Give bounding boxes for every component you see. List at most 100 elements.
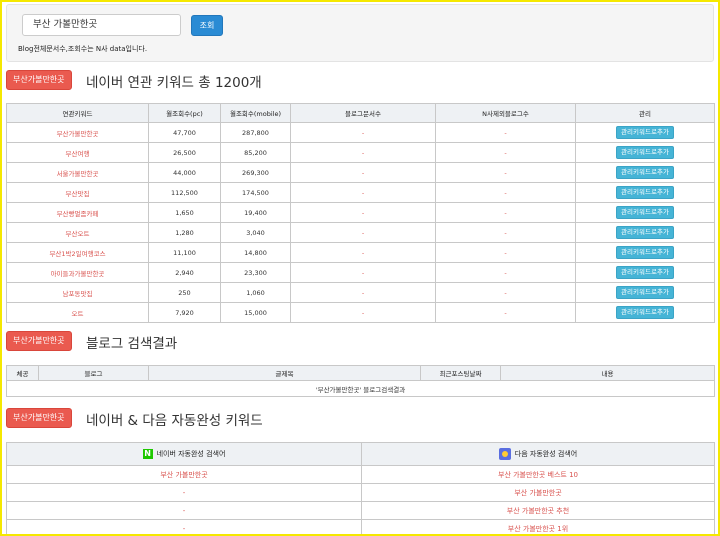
table-row: 부산오트 1,280 3,040 - - 관리키워드로추가 [6, 222, 715, 243]
naver-header-label: 네이버 자동완성 검색어 [156, 450, 226, 458]
col-header: 월조회수(mobile) [220, 103, 291, 123]
blog-doc-count: - [290, 122, 436, 143]
section-title: 블로그 검색결과 [86, 336, 178, 352]
section-title: 네이버 & 다음 자동완성 키워드 [86, 413, 263, 429]
blog-doc-count: - [290, 182, 436, 203]
blog-doc-count: - [290, 162, 436, 183]
table-row: 서울가볼만한곳 44,000 269,300 - - 관리키워드로추가 [6, 162, 715, 183]
manage-cell: 관리키워드로추가 [575, 302, 715, 323]
mobile-count: 15,000 [220, 302, 291, 323]
table-row: 부산여행 26,500 85,200 - - 관리키워드로추가 [6, 142, 715, 163]
related-keywords-table: 연관키워드 월조회수(pc) 월조회수(mobile) 블로그문서수 N사제외블… [6, 103, 715, 323]
daum-suggestion[interactable]: 부산 가볼만한곳 [361, 483, 715, 502]
mobile-count: 3,040 [220, 222, 291, 243]
table-row: 오트 7,920 15,000 - - 관리키워드로추가 [6, 302, 715, 323]
mobile-count: 1,060 [220, 282, 291, 303]
mobile-count: 174,500 [220, 182, 291, 203]
table-row: 부산가볼만한곳 47,700 287,800 - - 관리키워드로추가 [6, 122, 715, 143]
naver-logo-icon: N [142, 449, 153, 459]
keyword-link[interactable]: 오트 [6, 302, 149, 323]
blog-excl-count: - [435, 222, 576, 243]
add-keyword-button[interactable]: 관리키워드로추가 [616, 266, 674, 279]
daum-logo-icon [498, 448, 511, 460]
blog-doc-count: - [290, 142, 436, 163]
add-keyword-button[interactable]: 관리키워드로추가 [616, 246, 674, 259]
mobile-count: 287,800 [220, 122, 291, 143]
add-keyword-button[interactable]: 관리키워드로추가 [616, 146, 674, 159]
manage-cell: 관리키워드로추가 [575, 162, 715, 183]
table-row: 부산 가볼만한곳 부산 가볼만한곳 베스트 10 [6, 465, 715, 484]
blog-excl-count: - [435, 122, 576, 143]
table-header-row: N 네이버 자동완성 검색어 다음 자동완성 검색어 [6, 442, 715, 466]
manage-cell: 관리키워드로추가 [575, 142, 715, 163]
blog-doc-count: - [290, 282, 436, 303]
keyword-link[interactable]: 부산맛집 [6, 182, 149, 203]
pc-count: 44,000 [148, 162, 221, 183]
col-header: 블로그문서수 [290, 103, 436, 123]
search-button[interactable]: 조회 [191, 15, 223, 36]
naver-suggestion[interactable]: 부산 가볼만한곳 [6, 465, 362, 484]
blog-doc-count: - [290, 302, 436, 323]
section-title: 네이버 연관 키워드 총 1200개 [86, 75, 262, 91]
col-header: 월조회수(pc) [148, 103, 221, 123]
table-row: - 부산 가볼만한곳 추천 [6, 501, 715, 520]
table-header-row: 체공 블로그 글제목 최근포스팅날짜 내용 [6, 365, 715, 381]
keyword-link[interactable]: 부산1박2일여행코스 [6, 242, 149, 263]
blog-excl-count: - [435, 182, 576, 203]
pc-count: 26,500 [148, 142, 221, 163]
keyword-link[interactable]: 부산오트 [6, 222, 149, 243]
add-keyword-button[interactable]: 관리키워드로추가 [616, 206, 674, 219]
add-keyword-button[interactable]: 관리키워드로추가 [616, 286, 674, 299]
add-keyword-button[interactable]: 관리키워드로추가 [616, 306, 674, 319]
keyword-tag-button[interactable]: 부산가볼만한곳 [6, 70, 72, 90]
keyword-link[interactable]: 남포동맛집 [6, 282, 149, 303]
col-header: 블로그 [38, 365, 149, 381]
blog-excl-count: - [435, 282, 576, 303]
col-header: 연관키워드 [6, 103, 149, 123]
col-header: 체공 [6, 365, 39, 381]
search-input[interactable]: 부산 가볼만한곳 [22, 14, 181, 36]
daum-suggestion[interactable]: 부산 가볼만한곳 베스트 10 [361, 465, 715, 484]
col-header: 글제목 [148, 365, 421, 381]
mobile-count: 85,200 [220, 142, 291, 163]
keyword-link[interactable]: 부산가볼만한곳 [6, 122, 149, 143]
table-row: 부산빵멀좀카페 1,650 19,400 - - 관리키워드로추가 [6, 202, 715, 223]
keyword-link[interactable]: 부산빵멀좀카페 [6, 202, 149, 223]
col-header: 내용 [500, 365, 715, 381]
keyword-tag-button[interactable]: 부산가볼만한곳 [6, 408, 72, 428]
keyword-link[interactable]: 서울가볼만한곳 [6, 162, 149, 183]
blog-result-caption: '부산가볼만한곳' 블로그검색결과 [6, 380, 715, 397]
autocomplete-table: N 네이버 자동완성 검색어 다음 자동완성 검색어 부산 가볼만한곳 부산 가볼… [6, 442, 715, 534]
blog-excl-count: - [435, 202, 576, 223]
keyword-link[interactable]: 부산여행 [6, 142, 149, 163]
add-keyword-button[interactable]: 관리키워드로추가 [616, 226, 674, 239]
blog-doc-count: - [290, 262, 436, 283]
blog-excl-count: - [435, 242, 576, 263]
keyword-tag-button[interactable]: 부산가볼만한곳 [6, 331, 72, 351]
table-row: 아이들과가볼만한곳 2,940 23,300 - - 관리키워드로추가 [6, 262, 715, 283]
search-panel: 부산 가볼만한곳 조회 Blog전체문서수,조회수는 N사 data입니다. [6, 4, 714, 62]
keyword-link[interactable]: 아이들과가볼만한곳 [6, 262, 149, 283]
blog-excl-count: - [435, 262, 576, 283]
blog-excl-count: - [435, 162, 576, 183]
add-keyword-button[interactable]: 관리키워드로추가 [616, 126, 674, 139]
mobile-count: 14,800 [220, 242, 291, 263]
col-header: 최근포스팅날짜 [420, 365, 501, 381]
pc-count: 1,280 [148, 222, 221, 243]
add-keyword-button[interactable]: 관리키워드로추가 [616, 186, 674, 199]
manage-cell: 관리키워드로추가 [575, 222, 715, 243]
naver-suggestion: - [6, 501, 362, 520]
blog-results-table: 체공 블로그 글제목 최근포스팅날짜 내용 '부산가볼만한곳' 블로그검색결과 [6, 365, 715, 397]
naver-suggestion: - [6, 519, 362, 534]
table-row: '부산가볼만한곳' 블로그검색결과 [6, 380, 715, 397]
daum-suggestion[interactable]: 부산 가볼만한곳 추천 [361, 501, 715, 520]
pc-count: 112,500 [148, 182, 221, 203]
naver-autocomplete-header: N 네이버 자동완성 검색어 [6, 442, 362, 466]
table-header-row: 연관키워드 월조회수(pc) 월조회수(mobile) 블로그문서수 N사제외블… [6, 103, 715, 123]
table-row: - 부산 가볼만한곳 [6, 483, 715, 502]
table-row: 남포동맛집 250 1,060 - - 관리키워드로추가 [6, 282, 715, 303]
add-keyword-button[interactable]: 관리키워드로추가 [616, 166, 674, 179]
pc-count: 7,920 [148, 302, 221, 323]
daum-suggestion[interactable]: 부산 가볼만한곳 1위 [361, 519, 715, 534]
search-note: Blog전체문서수,조회수는 N사 data입니다. [18, 45, 148, 53]
